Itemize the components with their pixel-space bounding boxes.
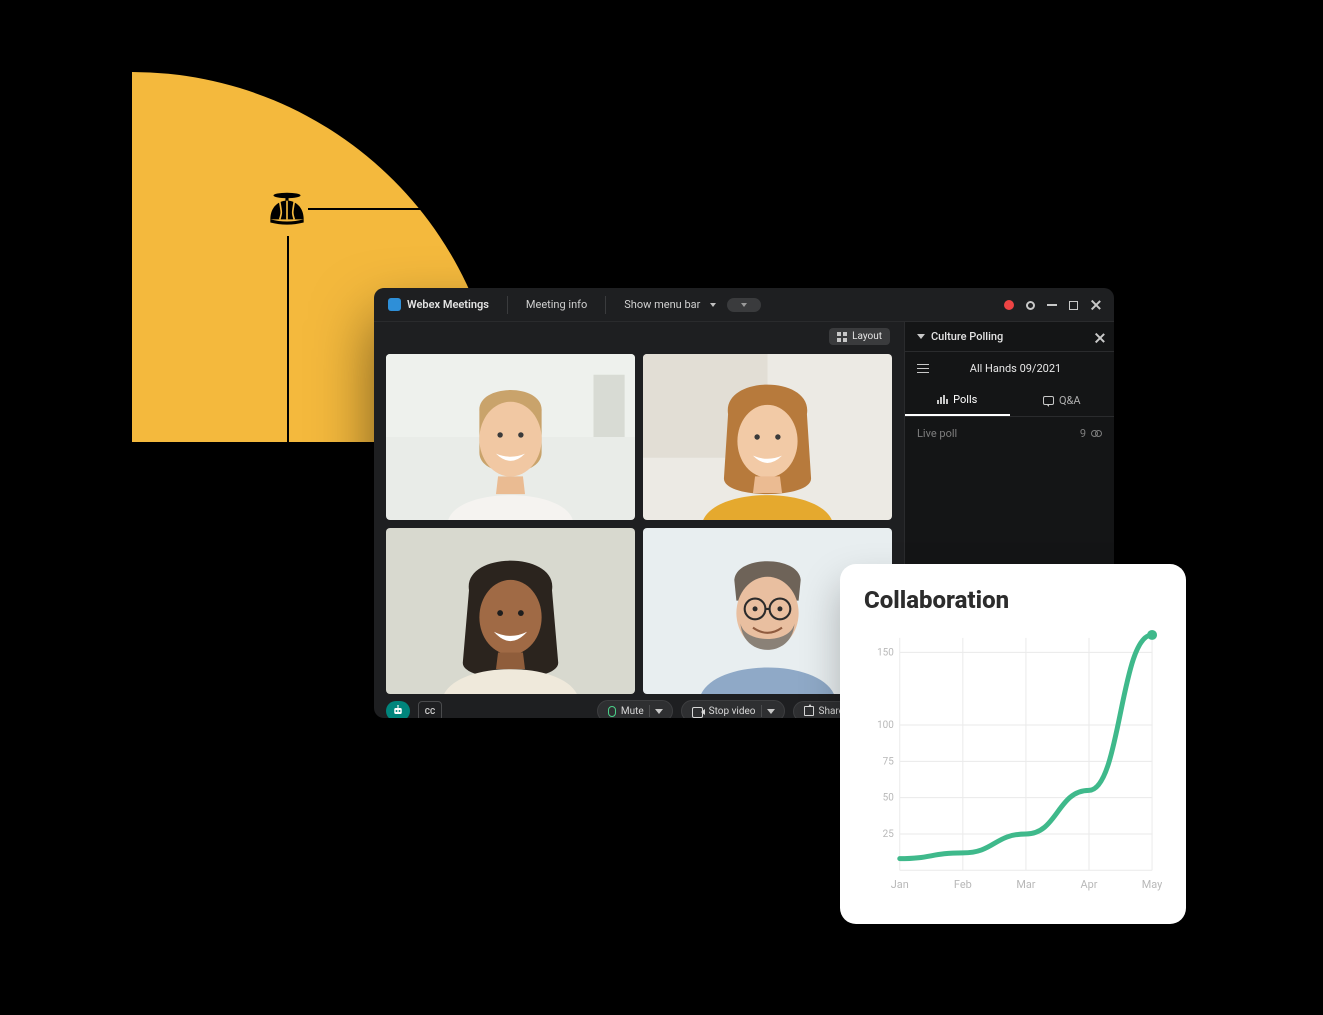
live-poll-label: Live poll: [917, 427, 957, 440]
svg-text:50: 50: [883, 793, 895, 804]
chart-title: Collaboration: [864, 586, 1162, 614]
collaboration-chart: 25 50 75 100 150 Jan Feb Mar Apr May: [864, 624, 1162, 904]
titlebar: Webex Meetings Meeting info Show menu ba…: [374, 288, 1114, 322]
live-poll-count: 9: [1080, 427, 1086, 440]
svg-text:Jan: Jan: [891, 878, 909, 891]
svg-text:Apr: Apr: [1081, 878, 1098, 891]
show-menu-bar-label: Show menu bar: [624, 298, 700, 311]
chat-icon: [1043, 396, 1054, 405]
svg-text:100: 100: [877, 720, 894, 731]
grid-icon: [837, 332, 847, 342]
stop-video-label: Stop video: [709, 706, 756, 717]
svg-text:75: 75: [883, 756, 895, 767]
tab-polls[interactable]: Polls: [905, 385, 1010, 416]
chevron-down-icon: [655, 709, 663, 714]
svg-text:May: May: [1142, 878, 1162, 891]
maximize-button[interactable]: [1069, 301, 1078, 310]
live-poll-row[interactable]: Live poll 9: [905, 416, 1114, 450]
show-menu-bar-link[interactable]: Show menu bar: [624, 298, 716, 311]
camera-icon: [692, 707, 704, 716]
app-title: Webex Meetings: [407, 298, 489, 311]
participant-tile[interactable]: [386, 528, 635, 694]
svg-text:25: 25: [883, 829, 895, 840]
webex-logo-icon: [388, 298, 401, 311]
microphone-icon: [608, 706, 616, 717]
mute-label: Mute: [621, 706, 644, 717]
video-grid-area: Layout: [374, 322, 904, 718]
close-button[interactable]: [1090, 299, 1102, 311]
expand-titlebar-button[interactable]: [727, 298, 761, 312]
meeting-controls: CC Mute Stop video: [386, 700, 892, 718]
tab-polls-label: Polls: [953, 393, 977, 406]
tab-qa-label: Q&A: [1059, 394, 1081, 407]
stop-video-button[interactable]: Stop video: [681, 700, 785, 718]
sidebar-title: Culture Polling: [931, 330, 1003, 343]
propeller-cap-icon: [262, 184, 312, 234]
circle-icon[interactable]: [1026, 301, 1035, 310]
window-controls: [1004, 288, 1102, 322]
mute-button[interactable]: Mute: [597, 700, 673, 718]
cc-label: CC: [425, 707, 435, 716]
meeting-info-link[interactable]: Meeting info: [526, 298, 587, 311]
svg-text:Mar: Mar: [1016, 878, 1035, 891]
app-brand: Webex Meetings: [388, 298, 489, 311]
chevron-down-icon: [767, 709, 775, 714]
record-indicator-icon[interactable]: [1004, 300, 1014, 310]
participants-icon: [1091, 430, 1102, 437]
participant-tile[interactable]: [386, 354, 635, 520]
hamburger-icon[interactable]: [917, 364, 929, 374]
assistant-button[interactable]: [386, 701, 410, 718]
layout-label: Layout: [852, 331, 882, 342]
separator: [605, 296, 606, 314]
layout-button[interactable]: Layout: [829, 328, 890, 345]
poll-session-title: All Hands 09/2021: [929, 362, 1102, 375]
svg-text:Feb: Feb: [954, 878, 972, 891]
share-icon: [804, 706, 814, 716]
tab-qa[interactable]: Q&A: [1010, 385, 1115, 416]
collaboration-card: Collaboration 25 50 75 100 150 Jan Feb Mar Apr Ma…: [840, 564, 1186, 924]
chevron-down-icon[interactable]: [917, 334, 925, 339]
minimize-button[interactable]: [1047, 304, 1057, 306]
participant-tile[interactable]: [643, 354, 892, 520]
decor-vertical-line: [287, 236, 289, 576]
separator: [507, 296, 508, 314]
close-sidebar-button[interactable]: [1094, 332, 1104, 342]
closed-captions-button[interactable]: CC: [418, 701, 442, 718]
svg-text:150: 150: [877, 647, 894, 658]
sidebar-tabs: Polls Q&A: [905, 385, 1114, 416]
decor-horizontal-line: [308, 208, 540, 210]
poll-icon: [937, 395, 948, 404]
